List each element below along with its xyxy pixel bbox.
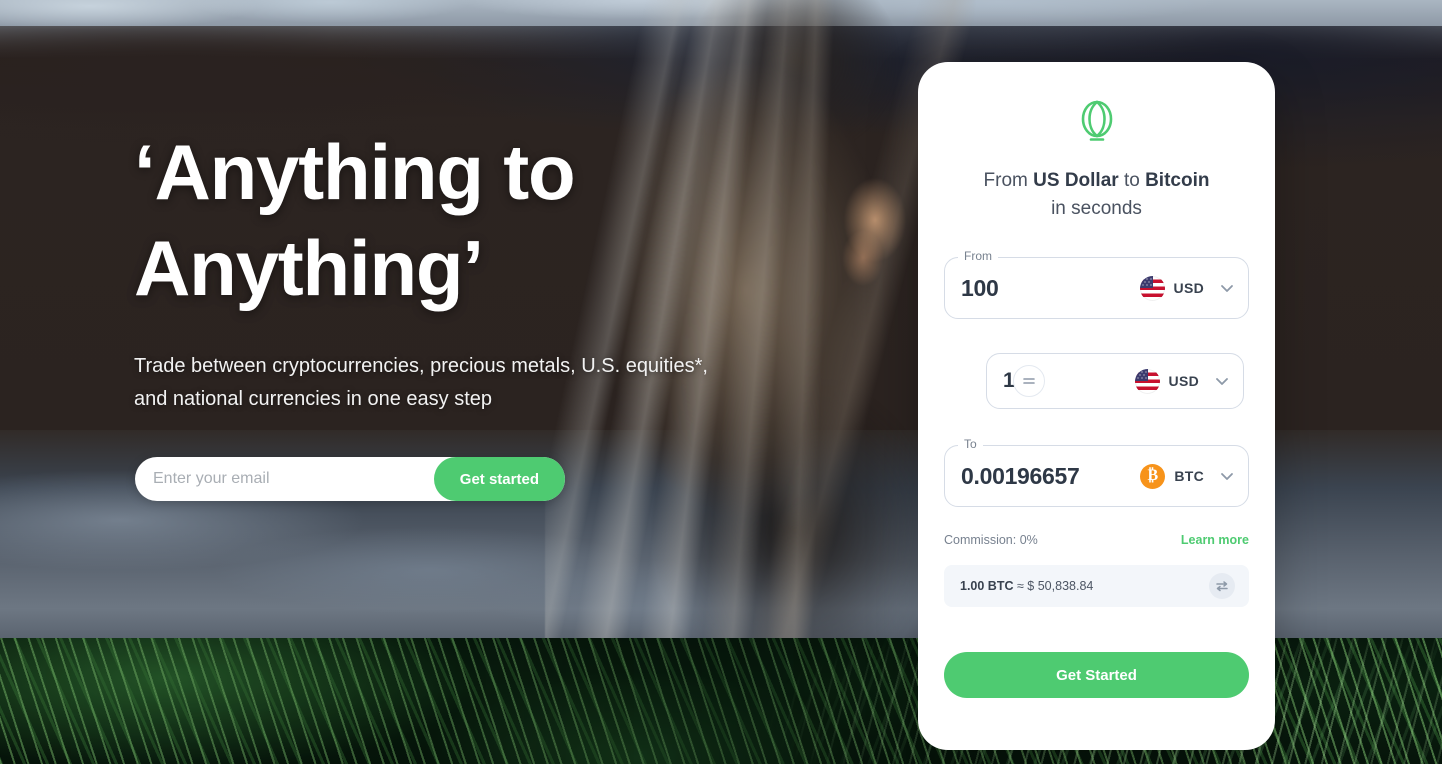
balloon-logo-icon <box>1080 100 1114 149</box>
commission-label: Commission: 0% <box>944 533 1038 547</box>
hero-subtitle: Trade between cryptocurrencies, precious… <box>134 355 708 410</box>
rate-value: 50,838.84 <box>1037 579 1094 593</box>
from-currency-code: USD <box>1173 280 1204 296</box>
intermediate-currency-selector[interactable]: USD <box>1134 368 1199 394</box>
to-amount-value[interactable]: 0.00196657 <box>961 463 1140 490</box>
title-from-currency: US Dollar <box>1033 170 1119 191</box>
chevron-down-icon[interactable] <box>1215 374 1229 388</box>
commission-row: Commission: 0% Learn more <box>944 533 1249 547</box>
rate-swap-button[interactable] <box>1209 573 1235 599</box>
page-title: ‘Anything to Anything’ <box>134 128 576 312</box>
chevron-down-icon[interactable] <box>1220 469 1234 483</box>
chevron-down-icon[interactable] <box>1220 281 1234 295</box>
to-currency-selector[interactable]: ₿ BTC <box>1140 463 1204 489</box>
to-amount-field[interactable]: To 0.00196657 ₿ BTC <box>944 437 1249 507</box>
from-amount-field[interactable]: From 100 USD <box>944 249 1249 319</box>
us-flag-icon <box>1134 368 1160 394</box>
to-currency-code: BTC <box>1174 468 1204 484</box>
from-field-legend: From <box>958 249 998 263</box>
to-field-legend: To <box>958 437 983 451</box>
rate-amount: 1.00 BTC <box>960 579 1014 593</box>
title-prefix: From <box>983 170 1034 191</box>
email-input[interactable] <box>135 470 434 488</box>
exchange-widget-card: From US Dollar to Bitcoin in seconds Fro… <box>918 62 1275 750</box>
get-started-signup-button[interactable]: Get started <box>433 457 565 501</box>
logo-container <box>944 100 1249 149</box>
intermediate-amount-field[interactable]: 100 USD <box>986 353 1244 409</box>
email-signup-form[interactable]: Get started <box>135 457 565 501</box>
title-suffix: in seconds <box>1051 198 1142 219</box>
intermediate-currency-code: USD <box>1168 373 1199 389</box>
swap-direction-button[interactable] <box>1013 365 1045 397</box>
widget-title: From US Dollar to Bitcoin in seconds <box>944 167 1249 223</box>
rate-separator: ≈ $ <box>1013 579 1038 593</box>
get-started-cta-button[interactable]: Get Started <box>944 652 1249 698</box>
from-currency-selector[interactable]: USD <box>1139 275 1204 301</box>
exchange-rate-box: 1.00 BTC ≈ $ 50,838.84 <box>944 565 1249 607</box>
exchange-rate-text: 1.00 BTC ≈ $ 50,838.84 <box>960 579 1093 593</box>
landing-page: ‘Anything to Anything’ Trade between cry… <box>0 0 1442 764</box>
title-to-currency: Bitcoin <box>1145 170 1210 191</box>
from-amount-value[interactable]: 100 <box>961 275 1140 302</box>
us-flag-icon <box>1139 275 1165 301</box>
title-mid: to <box>1118 170 1146 191</box>
learn-more-link[interactable]: Learn more <box>1181 533 1249 547</box>
bitcoin-icon: ₿ <box>1140 463 1166 489</box>
hero-copy: ‘Anything to Anything’ Trade between cry… <box>134 124 774 416</box>
